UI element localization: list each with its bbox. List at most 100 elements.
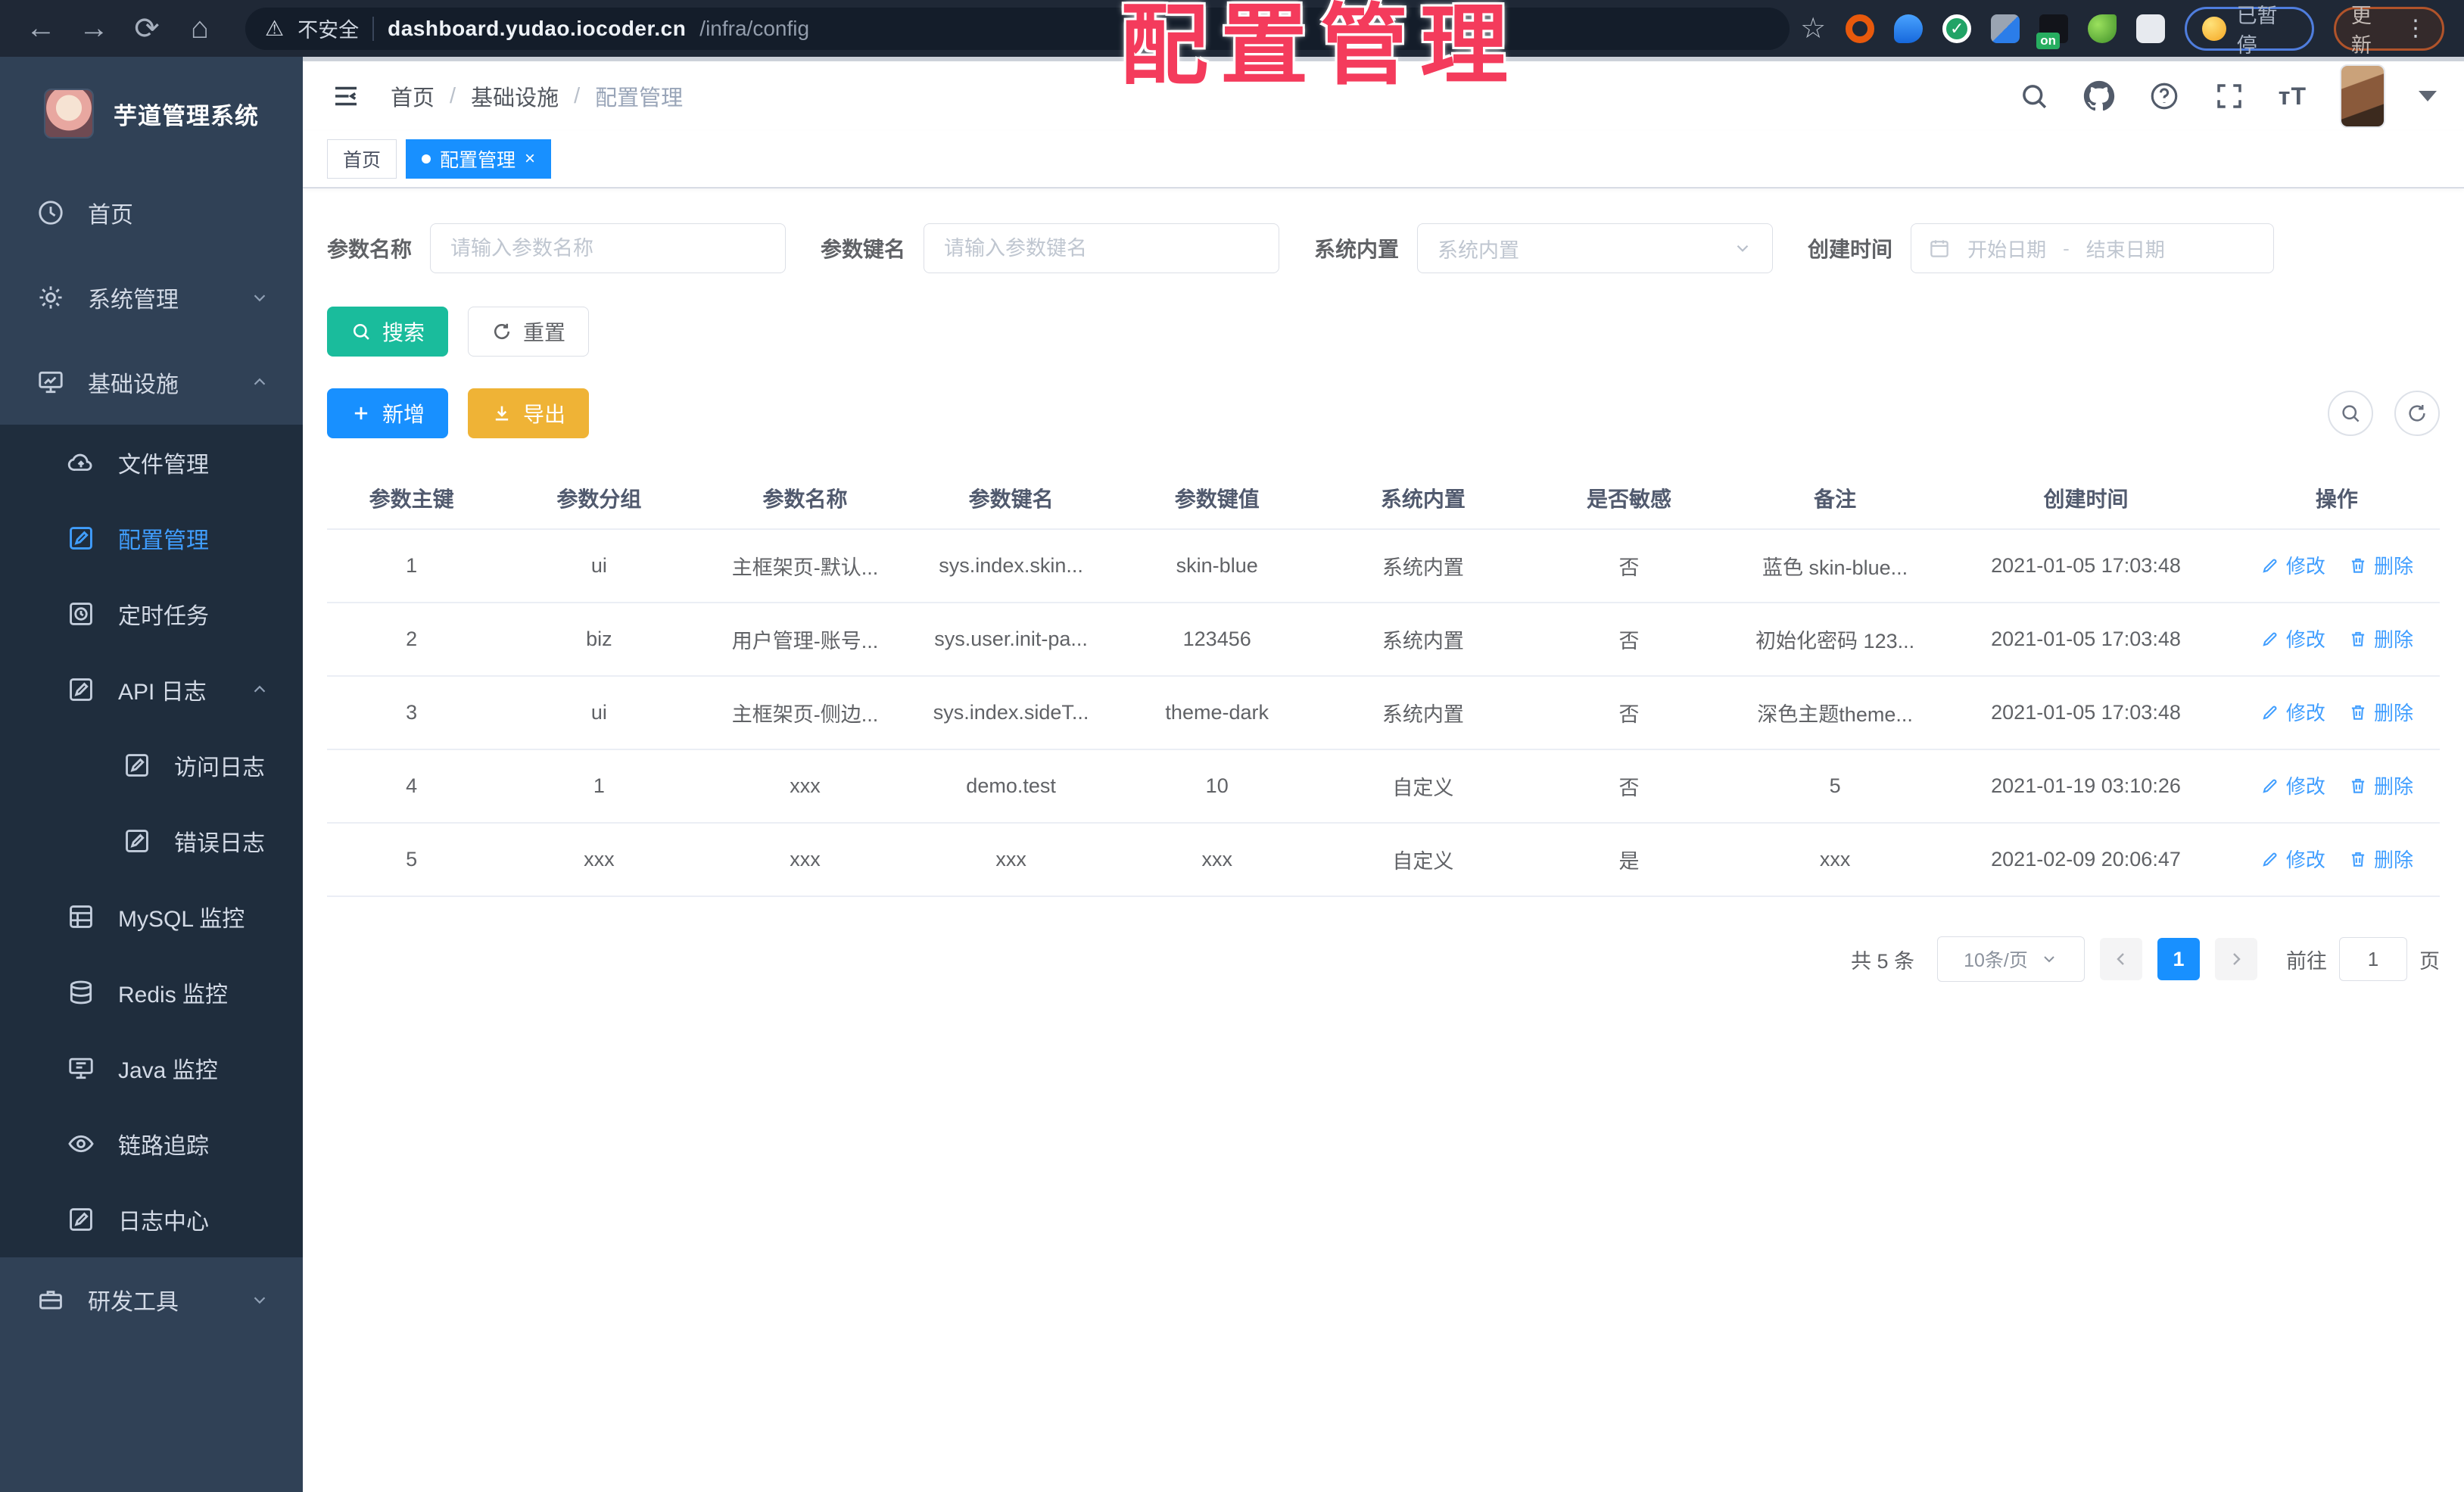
sidebar-item-10[interactable]: Redis 监控 [0, 955, 303, 1030]
sidebar-item-1[interactable]: 系统管理 [0, 255, 303, 340]
sidebar: 芋道管理系统 首页系统管理 基础设施文件管理配置管理 定时任务 API 日志 访问日志错… [0, 57, 303, 1492]
app-logo-row[interactable]: 芋道管理系统 [0, 57, 303, 170]
tab-config[interactable]: 配置管理 × [406, 139, 552, 179]
sidebar-item-0[interactable]: 首页 [0, 170, 303, 255]
sidebar-item-2[interactable]: 基础设施 [0, 340, 303, 425]
column-header-3: 参数键名 [908, 467, 1114, 530]
builtin-select[interactable]: 系统内置 [1417, 223, 1774, 273]
table-cell: 蓝色 skin-blue... [1732, 529, 1939, 603]
profile-paused-badge[interactable]: 已暂停 [2185, 5, 2314, 57]
search-button[interactable]: 搜索 [327, 307, 449, 357]
sidebar-item-label: 首页 [88, 203, 133, 228]
breadcrumb-current: 配置管理 [595, 86, 684, 111]
edit-row-link[interactable]: 修改 [2260, 625, 2325, 653]
breadcrumb-separator: / [574, 83, 581, 108]
add-button[interactable]: 新增 [327, 388, 449, 438]
clock-icon [67, 600, 95, 628]
download-icon [491, 403, 512, 424]
edit-row-link[interactable]: 修改 [2260, 698, 2325, 726]
trash-icon [2348, 849, 2368, 869]
help-icon[interactable] [2148, 80, 2180, 112]
edit-row-link[interactable]: 修改 [2260, 551, 2325, 579]
page-size-select[interactable]: 10条/页 [1937, 936, 2085, 982]
delete-row-link[interactable]: 删除 [2348, 771, 2413, 799]
sidebar-item-14[interactable]: 研发工具 [0, 1257, 303, 1342]
sidebar-item-7[interactable]: 访问日志 [0, 727, 303, 803]
fullscreen-icon[interactable] [2213, 80, 2245, 112]
reset-button[interactable]: 重置 [468, 307, 590, 357]
next-page-button[interactable] [2215, 938, 2257, 980]
address-bar[interactable]: ⚠ 不安全 dashboard.yudao.iocoder.cn /infra/… [245, 7, 1790, 50]
sidebar-item-3[interactable]: 文件管理 [0, 425, 303, 500]
chevron-down-icon [2040, 950, 2058, 968]
column-header-9: 操作 [2233, 467, 2440, 530]
param-name-input[interactable] [430, 223, 787, 273]
edit-row-link[interactable]: 修改 [2260, 845, 2325, 873]
goto-page-input[interactable] [2339, 937, 2407, 981]
delete-row-link[interactable]: 删除 [2348, 845, 2413, 873]
app-title: 芋道管理系统 [114, 102, 259, 129]
sidebar-item-label: 文件管理 [118, 453, 209, 478]
sidebar-item-5[interactable]: 定时任务 [0, 576, 303, 652]
prev-page-button[interactable] [2100, 938, 2142, 980]
sidebar-item-11[interactable]: Java 监控 [0, 1030, 303, 1106]
font-size-icon[interactable]: ᴛT [2279, 83, 2307, 111]
table-cell: 4 [327, 749, 497, 824]
delete-row-link[interactable]: 删除 [2348, 625, 2413, 653]
extensions-puzzle-icon[interactable] [2136, 14, 2166, 43]
avatar-caret-icon[interactable] [2419, 91, 2437, 101]
table-row: 4 1 xxx demo.test 10 自定义否 5 2021-01-19 03:10:26… [327, 749, 2440, 824]
sidebar-item-9[interactable]: MySQL 监控 [0, 879, 303, 955]
browser-update-button[interactable]: 更新 ⋮ [2333, 5, 2444, 57]
extension-check-icon[interactable]: ✓ [1942, 14, 1972, 43]
bookmark-star-icon[interactable]: ☆ [1800, 11, 1826, 45]
page-number-current[interactable]: 1 [2157, 938, 2200, 980]
toggle-search-button[interactable] [2328, 391, 2373, 436]
breadcrumb-infra[interactable]: 基础设施 [471, 80, 559, 112]
date-range-picker[interactable]: 开始日期 - 结束日期 [1911, 223, 2275, 273]
extension-duo-icon[interactable] [1991, 14, 2020, 43]
extension-leaf-icon[interactable] [2088, 14, 2117, 43]
user-avatar[interactable] [2340, 64, 2385, 128]
browser-forward-icon[interactable]: → [73, 8, 115, 50]
extension-on-icon[interactable] [2036, 14, 2069, 49]
breadcrumb-home[interactable]: 首页 [391, 80, 435, 112]
table-cell: 主框架页-默认... [702, 529, 908, 603]
table-cell-actions: 修改 删除 [2233, 676, 2440, 750]
tab-home[interactable]: 首页 [327, 139, 397, 179]
sidebar-item-label: Java 监控 [118, 1058, 218, 1083]
browser-reload-icon[interactable]: ⟳ [126, 8, 168, 50]
delete-row-link[interactable]: 删除 [2348, 551, 2413, 579]
sidebar-item-label: 日志中心 [118, 1210, 209, 1235]
refresh-table-button[interactable] [2394, 391, 2440, 436]
sidebar-item-13[interactable]: 日志中心 [0, 1182, 303, 1257]
browser-menu-kebab-icon[interactable]: ⋮ [2404, 15, 2427, 42]
param-key-input[interactable] [924, 223, 1280, 273]
tab-close-icon[interactable]: × [525, 148, 535, 170]
delete-row-link[interactable]: 删除 [2348, 698, 2413, 726]
edit-row-link[interactable]: 修改 [2260, 771, 2325, 799]
sidebar-item-6[interactable]: API 日志 [0, 652, 303, 727]
github-icon[interactable] [2083, 80, 2115, 112]
table-cell: xxx [1114, 823, 1320, 897]
table-cell: 自定义 [1319, 749, 1526, 824]
extension-ring-icon[interactable] [1846, 14, 1875, 43]
browser-back-icon[interactable]: ← [20, 8, 62, 50]
export-button[interactable]: 导出 [468, 388, 590, 438]
table-cell: sys.index.sideT... [908, 676, 1114, 750]
browser-home-icon[interactable]: ⌂ [179, 8, 221, 50]
sidebar-item-12[interactable]: 链路追踪 [0, 1106, 303, 1182]
search-icon[interactable] [2018, 80, 2050, 112]
redis-icon [67, 978, 95, 1007]
table-cell: 系统内置 [1319, 529, 1526, 603]
total-count: 共 5 条 [1850, 949, 1914, 973]
column-header-1: 参数分组 [496, 467, 702, 530]
extension-pin-icon[interactable] [1894, 14, 1924, 43]
sidebar-item-8[interactable]: 错误日志 [0, 803, 303, 879]
sidebar-item-4[interactable]: 配置管理 [0, 500, 303, 576]
table-cell: 主框架页-侧边... [702, 676, 908, 750]
app-logo [44, 89, 94, 139]
column-header-8: 创建时间 [1938, 467, 2234, 530]
table-cell: 1 [496, 749, 702, 824]
collapse-sidebar-icon[interactable] [330, 80, 362, 112]
